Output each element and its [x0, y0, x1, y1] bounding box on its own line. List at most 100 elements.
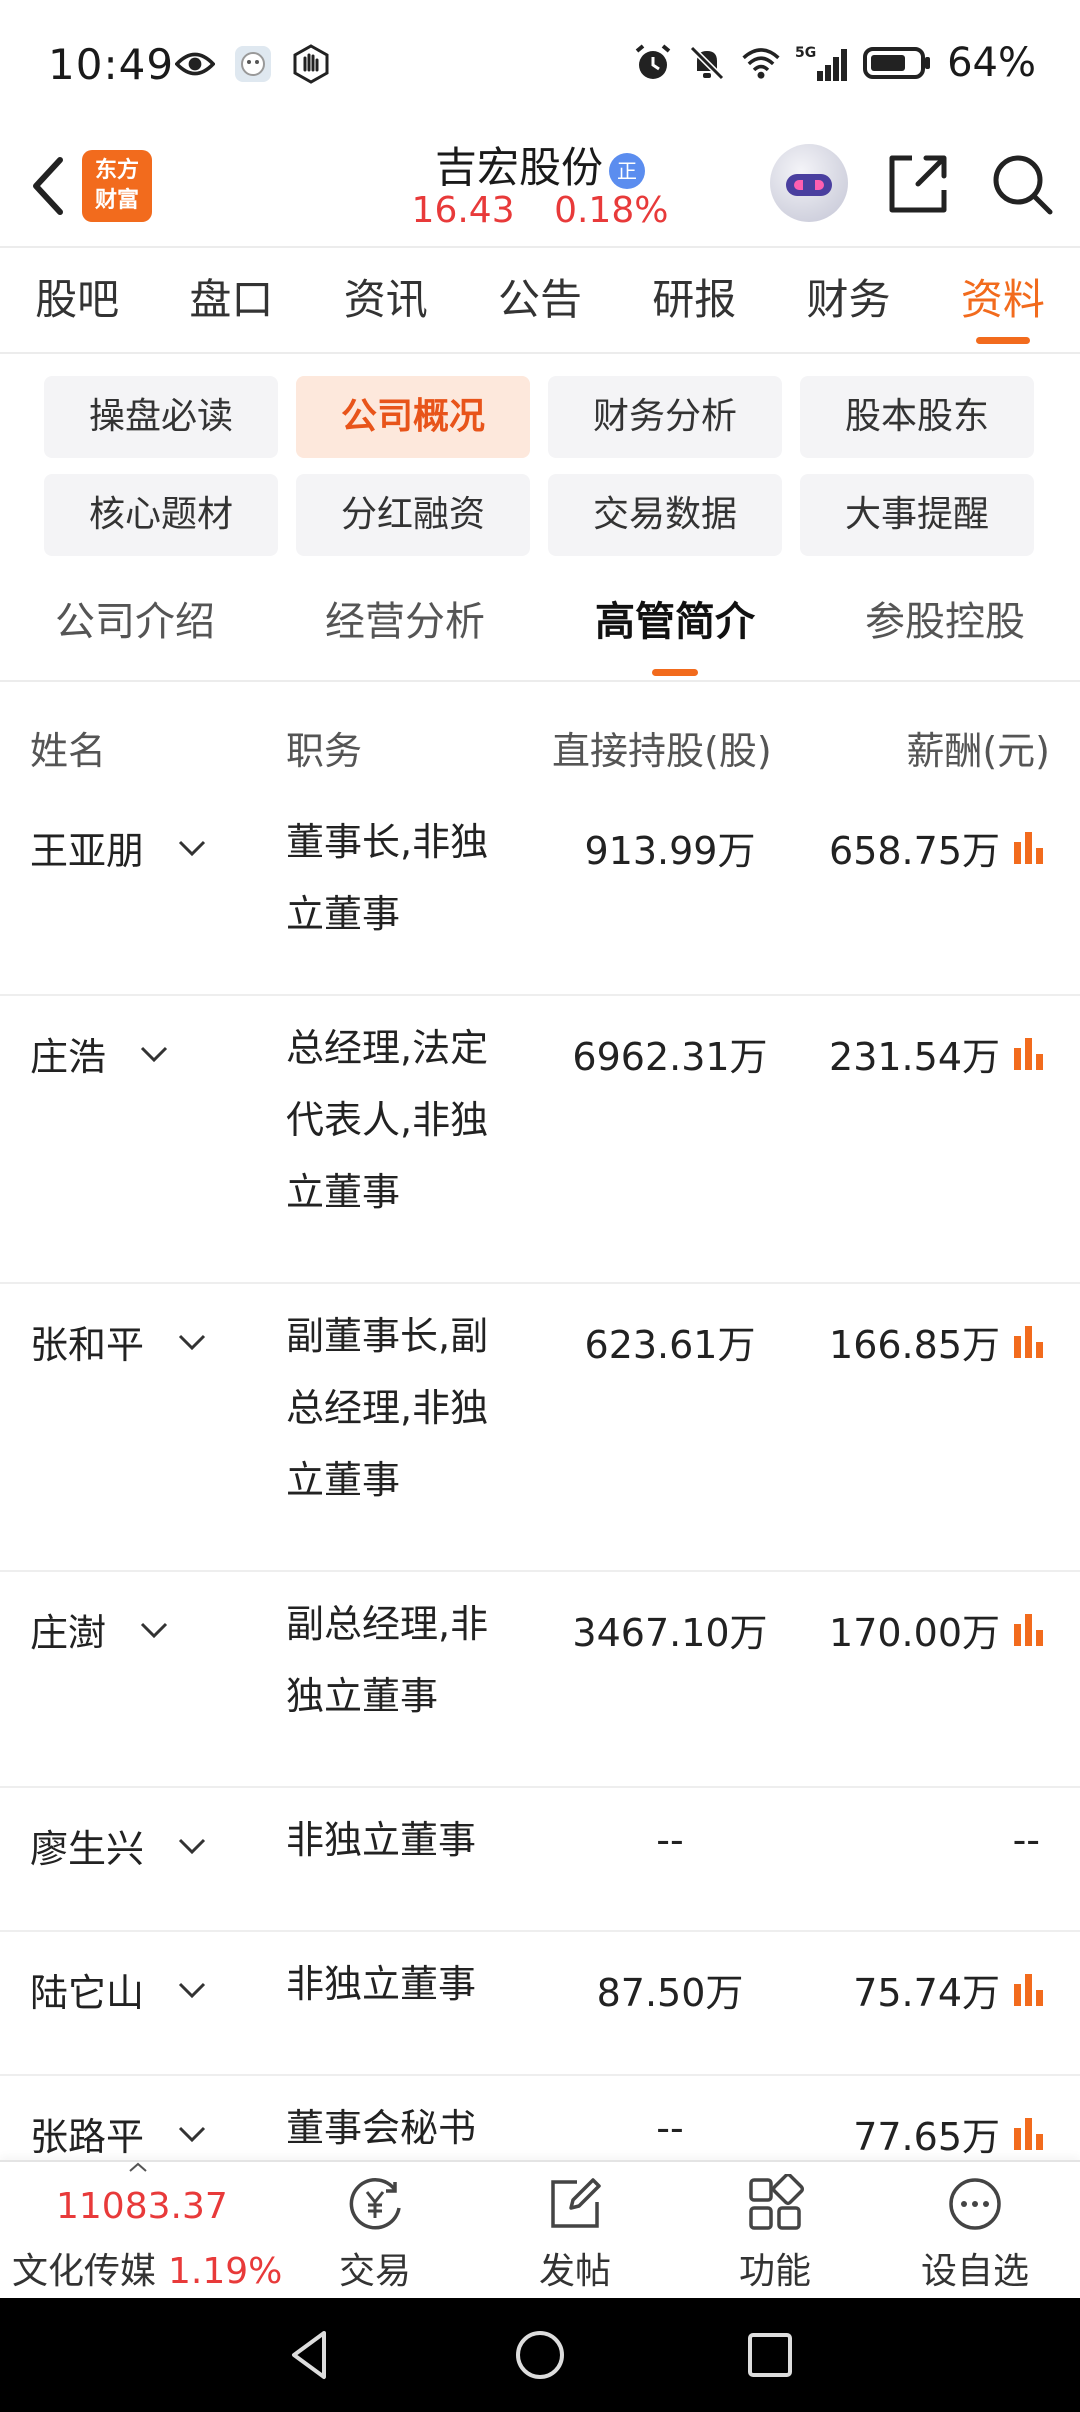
alarm-icon: [633, 43, 673, 83]
executive-name: 张路平: [30, 2115, 145, 2159]
trade-button[interactable]: 交易: [275, 2162, 475, 2300]
executive-name-cell[interactable]: 王亚朋: [30, 820, 210, 875]
chevron-down-icon: [178, 840, 206, 856]
add-watchlist-button[interactable]: 设自选: [875, 2162, 1075, 2300]
tab-research[interactable]: 研报: [617, 248, 771, 352]
status-bar: 10:49 5G 64%: [0, 0, 1080, 134]
chevron-down-icon: [178, 1334, 206, 1350]
section-tab-holdings[interactable]: 参股控股: [810, 574, 1080, 680]
system-navigation-bar: [0, 2298, 1080, 2412]
more-circle-icon: [949, 2178, 1001, 2230]
table-row[interactable]: 陆它山 非独立董事 87.50万 75.74万: [0, 1932, 1080, 2076]
salary-chart-icon[interactable]: [1010, 1610, 1050, 1650]
executive-shares: --: [656, 1818, 684, 1862]
chip-major-events[interactable]: 大事提醒: [800, 474, 1034, 556]
app-logo-line1: 东方: [94, 158, 139, 183]
executive-role: 副董事长,副总经理,非独立董事: [286, 1314, 489, 1502]
chip-trading-essentials[interactable]: 操盘必读: [44, 376, 278, 458]
executive-shares: 913.99万: [584, 829, 756, 873]
bottom-action-bar: 11083.37 文化传媒 1.19% 交易 发帖 功能 设自选: [0, 2160, 1080, 2298]
nav-recents-icon[interactable]: [740, 2325, 800, 2385]
grid-apps-icon: [749, 2174, 805, 2230]
executive-name-cell[interactable]: 廖生兴: [30, 1818, 210, 1873]
chip-financial-analysis[interactable]: 财务分析: [548, 376, 782, 458]
app-logo[interactable]: 东方 财富: [82, 150, 152, 222]
stock-name: 吉宏股份: [434, 143, 603, 192]
search-button[interactable]: [986, 148, 1058, 220]
salary-chart-icon[interactable]: [1010, 2114, 1050, 2154]
section-tab-business-analysis[interactable]: 经营分析: [270, 574, 540, 680]
column-header-role: 职务: [286, 729, 363, 773]
executive-name-cell[interactable]: 陆它山: [30, 1962, 210, 2017]
main-tab-bar: 股吧 盘口 资讯 公告 研报 财务 资料: [0, 246, 1080, 354]
caret-up-icon: [129, 2162, 147, 2172]
back-button[interactable]: [20, 150, 76, 222]
tab-announcements[interactable]: 公告: [463, 248, 617, 352]
share-icon: [889, 155, 947, 213]
executive-shares: --: [656, 2106, 684, 2150]
executive-role: 非独立董事: [286, 1962, 477, 2006]
table-row[interactable]: 廖生兴 非独立董事 -- --: [0, 1788, 1080, 1932]
executive-name: 王亚朋: [30, 829, 145, 873]
executive-salary: 77.65万: [853, 2115, 1000, 2159]
nav-back-icon[interactable]: [280, 2325, 340, 2385]
trade-label: 交易: [338, 2251, 411, 2292]
overview-section-tabs: 公司介绍 经营分析 高管简介 参股控股: [0, 574, 1080, 682]
status-left-icons: [175, 44, 331, 84]
executive-name-cell[interactable]: 张和平: [30, 1314, 210, 1369]
table-row[interactable]: 庄浩 总经理,法定代表人,非独立董事 6962.31万 231.54万: [0, 996, 1080, 1284]
executive-role: 董事长,非独立董事: [286, 820, 489, 936]
compose-icon: [551, 2178, 601, 2228]
tab-finance[interactable]: 财务: [771, 248, 925, 352]
executive-shares: 623.61万: [584, 1323, 756, 1367]
functions-label: 功能: [738, 2251, 811, 2292]
salary-chart-icon[interactable]: [1010, 1970, 1050, 2010]
executive-name: 张和平: [30, 1323, 145, 1367]
executive-name: 庄浩: [30, 1035, 107, 1079]
salary-chart-icon[interactable]: [1010, 828, 1050, 868]
wifi-icon: [741, 43, 781, 83]
chevron-left-icon: [33, 157, 63, 215]
sector-change: 1.19%: [168, 2251, 283, 2292]
ai-assistant-avatar[interactable]: [770, 144, 848, 222]
nav-home-icon[interactable]: [510, 2325, 570, 2385]
status-time: 10:49: [48, 40, 175, 89]
executive-name-cell[interactable]: 庄澍: [30, 1602, 172, 1657]
post-button[interactable]: 发帖: [475, 2162, 675, 2300]
share-button[interactable]: [882, 148, 954, 220]
section-tab-executives[interactable]: 高管简介: [540, 574, 810, 680]
chip-dividends-financing[interactable]: 分红融资: [296, 474, 530, 556]
stock-header: 吉宏股份正 16.43 0.18% 东方 财富: [0, 134, 1080, 246]
chip-trading-data[interactable]: 交易数据: [548, 474, 782, 556]
sector-index-widget[interactable]: 11083.37 文化传媒 1.19%: [0, 2162, 290, 2300]
executive-salary: 231.54万: [829, 1035, 1000, 1079]
chevron-down-icon: [178, 1982, 206, 1998]
table-row[interactable]: 王亚朋 董事长,非独立董事 913.99万 658.75万: [0, 790, 1080, 996]
salary-chart-icon[interactable]: [1010, 1322, 1050, 1362]
tab-pankou[interactable]: 盘口: [154, 248, 308, 352]
table-row[interactable]: 张和平 副董事长,副总经理,非独立董事 623.61万 166.85万: [0, 1284, 1080, 1572]
functions-button[interactable]: 功能: [675, 2162, 875, 2300]
eye-icon: [175, 44, 215, 84]
executive-salary: --: [1012, 1818, 1040, 1862]
executive-name-cell[interactable]: 张路平: [30, 2106, 210, 2160]
salary-chart-icon[interactable]: [1010, 1034, 1050, 1074]
chip-core-themes[interactable]: 核心题材: [44, 474, 278, 556]
executive-name: 庄澍: [30, 1611, 107, 1655]
table-row[interactable]: 庄澍 副总经理,非独立董事 3467.10万 170.00万: [0, 1572, 1080, 1788]
column-header-shares: 直接持股(股): [552, 729, 772, 773]
tab-guba[interactable]: 股吧: [0, 248, 154, 352]
tab-news[interactable]: 资讯: [309, 248, 463, 352]
section-tab-company-intro[interactable]: 公司介绍: [0, 574, 270, 680]
sector-name: 文化传媒: [12, 2251, 157, 2292]
chip-shareholders[interactable]: 股本股东: [800, 376, 1034, 458]
column-header-salary: 薪酬(元): [906, 729, 1050, 773]
table-row[interactable]: 张路平 董事会秘书 -- 77.65万: [0, 2076, 1080, 2160]
column-header-name: 姓名: [30, 729, 107, 773]
executive-name: 陆它山: [30, 1971, 145, 2015]
status-right-icons: 5G 64%: [633, 40, 1036, 86]
executive-role: 董事会秘书: [286, 2106, 477, 2150]
executive-name-cell[interactable]: 庄浩: [30, 1026, 172, 1081]
chip-company-overview[interactable]: 公司概况: [296, 376, 530, 458]
tab-profile[interactable]: 资料: [926, 248, 1080, 352]
